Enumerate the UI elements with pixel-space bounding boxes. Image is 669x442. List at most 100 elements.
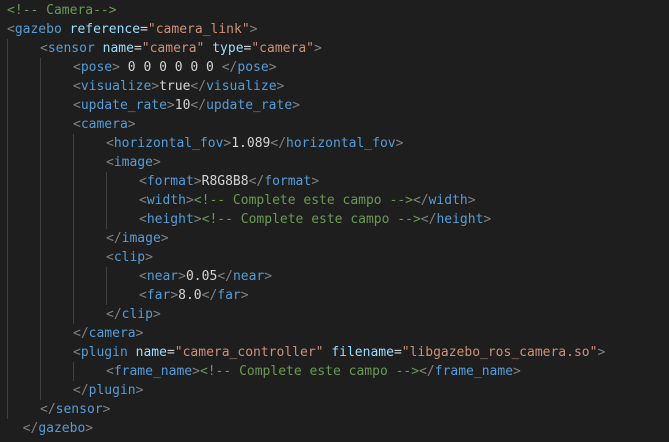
token-tag: far bbox=[217, 288, 241, 303]
token-punc: < bbox=[40, 41, 48, 56]
code-line[interactable]: <plugin name="camera_controller" filenam… bbox=[0, 343, 669, 362]
indent-guide bbox=[40, 267, 41, 286]
token-punc: > bbox=[85, 421, 94, 436]
indent-guide bbox=[73, 286, 74, 305]
code-line-content: <frame_name><!-- Complete este campo -->… bbox=[106, 362, 521, 381]
code-line-content: </image> bbox=[106, 229, 169, 248]
indent-guide bbox=[106, 267, 107, 286]
code-line[interactable]: <camera> bbox=[0, 115, 669, 134]
token-comment: <!-- Complete este campo --> bbox=[193, 193, 413, 208]
code-line[interactable]: </image> bbox=[0, 229, 669, 248]
code-line-content: <sensor name="camera" type="camera"> bbox=[40, 39, 322, 58]
token-punc: > bbox=[513, 364, 521, 379]
indent-guide bbox=[7, 153, 8, 172]
token-comment: <!-- Complete este campo --> bbox=[201, 212, 421, 227]
token-tag: gazebo bbox=[38, 421, 86, 436]
token-tag: image bbox=[113, 155, 153, 170]
token-punc: < bbox=[106, 136, 114, 151]
indent-guide bbox=[40, 343, 41, 362]
code-line-content: <gazebo reference="camera_link"> bbox=[7, 20, 257, 39]
token-punc: > bbox=[127, 117, 136, 132]
token-punc: < bbox=[73, 117, 81, 132]
token-comment: <!-- Complete este campo --> bbox=[199, 364, 420, 379]
code-line[interactable]: <far>8.0</far> bbox=[0, 286, 669, 305]
token-punc: </ bbox=[40, 402, 56, 417]
token-tag: height bbox=[436, 212, 484, 227]
code-line[interactable]: <height><!-- Complete este campo --></he… bbox=[0, 210, 669, 229]
indent-guide bbox=[73, 362, 74, 381]
token-tag: pose bbox=[237, 60, 269, 75]
code-line[interactable]: </gazebo> bbox=[0, 419, 669, 438]
code-line[interactable]: <gazebo reference="camera_link"> bbox=[0, 20, 669, 39]
token-eq: = bbox=[393, 345, 402, 360]
code-line[interactable]: <width><!-- Complete este campo --></wid… bbox=[0, 191, 669, 210]
indent-guide bbox=[7, 172, 8, 191]
token-punc: </ bbox=[221, 60, 238, 75]
token-punc: </ bbox=[201, 288, 218, 303]
token-punc: < bbox=[7, 22, 15, 37]
token-punc: > bbox=[166, 98, 175, 113]
token-tag: format bbox=[264, 174, 312, 189]
code-line[interactable]: <near>0.05</near> bbox=[0, 267, 669, 286]
code-line[interactable]: <frame_name><!-- Complete este campo -->… bbox=[0, 362, 669, 381]
token-punc: </ bbox=[106, 231, 122, 246]
token-str: "camera_controller" bbox=[174, 345, 324, 360]
indent-guide bbox=[40, 58, 41, 77]
token-punc: </ bbox=[7, 421, 39, 436]
token-punc: > bbox=[249, 22, 258, 37]
indent-guide bbox=[7, 381, 8, 400]
code-line[interactable]: <horizontal_fov>1.089</horizontal_fov> bbox=[0, 134, 669, 153]
token-tag: sensor bbox=[47, 41, 95, 56]
code-line[interactable]: </camera> bbox=[0, 324, 669, 343]
indent-guide bbox=[73, 267, 74, 286]
token-tag: width bbox=[146, 193, 186, 208]
code-line-content: <plugin name="camera_controller" filenam… bbox=[73, 343, 605, 362]
token-attr: name bbox=[102, 41, 134, 56]
indent-guide bbox=[7, 58, 8, 77]
token-tag: near bbox=[232, 269, 265, 284]
code-line[interactable]: </clip> bbox=[0, 305, 669, 324]
code-line[interactable]: <clip> bbox=[0, 248, 669, 267]
indent-guide bbox=[7, 134, 8, 153]
token-text: 1.089 bbox=[231, 136, 271, 151]
token-attr: filename bbox=[331, 345, 394, 360]
token-punc: </ bbox=[419, 364, 435, 379]
token-tag: format bbox=[146, 174, 194, 189]
code-line[interactable]: </sensor> bbox=[0, 400, 669, 419]
token-punc: < bbox=[139, 269, 147, 284]
token-punc: < bbox=[106, 155, 114, 170]
token-punc: </ bbox=[248, 174, 265, 189]
code-line[interactable]: <!-- Camera--> bbox=[0, 1, 669, 20]
token-punc: > bbox=[135, 326, 144, 341]
code-editor[interactable]: <!-- Camera--> <gazebo reference="camera_… bbox=[0, 0, 669, 442]
indent-guide bbox=[40, 381, 41, 400]
code-line[interactable]: <pose> 0 0 0 0 0 0 </pose> bbox=[0, 58, 669, 77]
code-line-content: <far>8.0</far> bbox=[139, 286, 249, 305]
code-line[interactable]: <format>R8G8B8</format> bbox=[0, 172, 669, 191]
code-line[interactable]: <visualize>true</visualize> bbox=[0, 77, 669, 96]
token-punc: </ bbox=[412, 193, 429, 208]
code-line[interactable]: <update_rate>10</update_rate> bbox=[0, 96, 669, 115]
code-line[interactable]: <sensor name="camera" type="camera"> bbox=[0, 39, 669, 58]
token-punc: </ bbox=[190, 79, 207, 94]
indent-guide bbox=[40, 191, 41, 210]
token-punc: < bbox=[73, 98, 81, 113]
code-line-content: <image> bbox=[106, 153, 161, 172]
code-line-content: <format>R8G8B8</format> bbox=[139, 172, 319, 191]
token-punc: > bbox=[597, 345, 606, 360]
token-str: "camera" bbox=[251, 41, 314, 56]
indent-guide bbox=[7, 286, 8, 305]
indent-guide bbox=[7, 343, 8, 362]
token-attr: type bbox=[212, 41, 244, 56]
code-line[interactable]: <image> bbox=[0, 153, 669, 172]
indent-guide bbox=[73, 134, 74, 153]
code-line-content: </gazebo> bbox=[7, 419, 93, 438]
token-tag: plugin bbox=[80, 345, 128, 360]
indent-guide bbox=[40, 77, 41, 96]
code-line[interactable]: </plugin> bbox=[0, 381, 669, 400]
indent-guide bbox=[7, 324, 8, 343]
indent-guide bbox=[7, 39, 8, 58]
token-tag: far bbox=[146, 288, 171, 303]
token-tag: camera bbox=[88, 326, 136, 341]
